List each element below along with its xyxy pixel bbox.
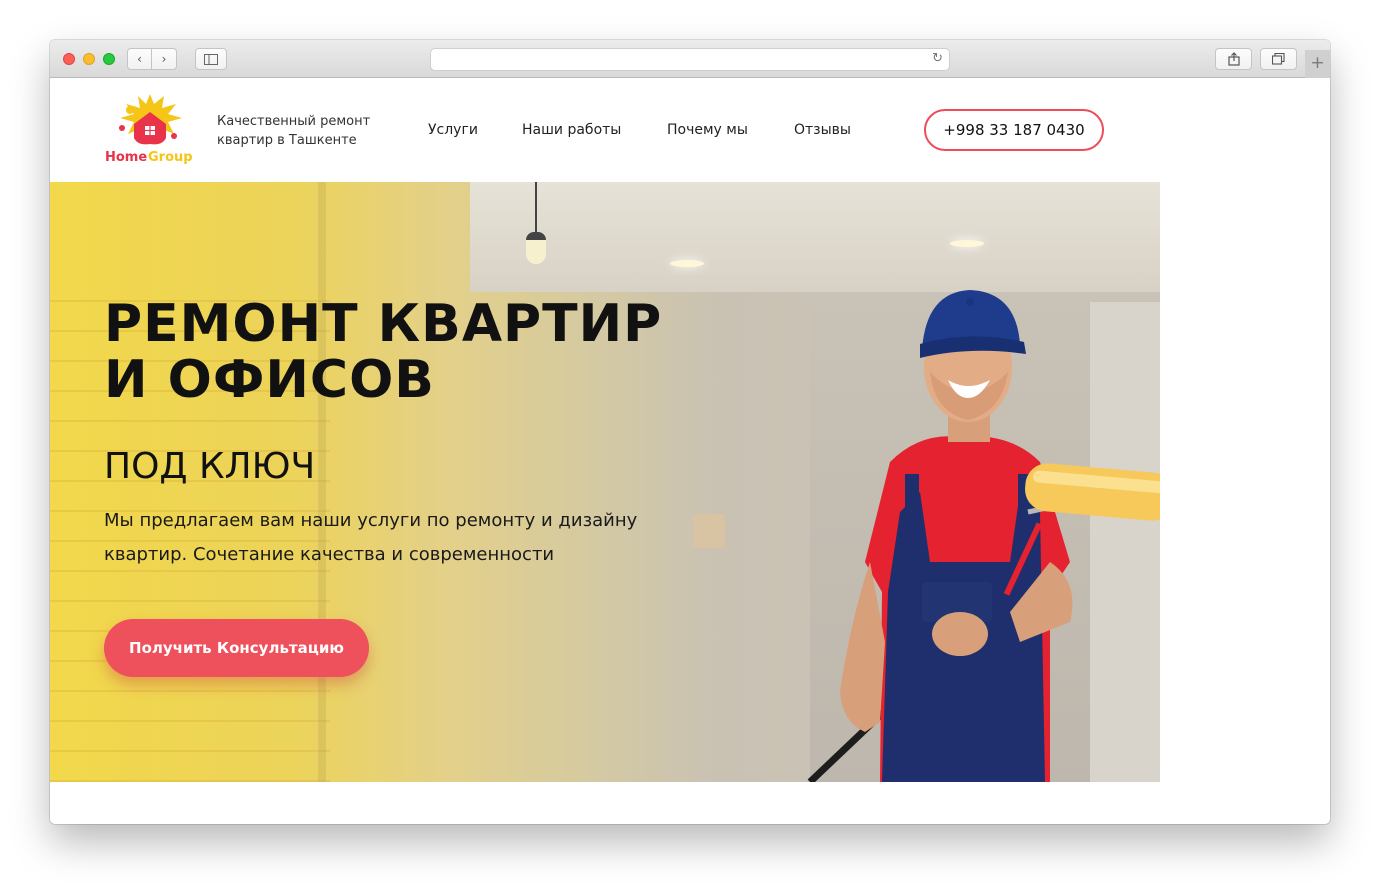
- nav-link-why-us[interactable]: Почему мы: [667, 122, 748, 138]
- site-tagline: Качественный ремонт квартир в Ташкенте: [217, 114, 371, 148]
- reload-icon[interactable]: ↻: [932, 51, 943, 66]
- hero-title: РЕМОНТ КВАРТИР И ОФИСОВ: [104, 296, 724, 408]
- logo-text-group: Group: [148, 150, 193, 165]
- address-bar[interactable]: ↻: [430, 48, 950, 71]
- worker-illustration: [807, 290, 1160, 782]
- sidebar-icon: [204, 54, 218, 65]
- hero-description: Мы предлагаем вам наши услуги по ремонту…: [104, 510, 638, 565]
- browser-toolbar: ‹ › ↻ +: [50, 40, 1330, 78]
- hero-title-line-1: РЕМОНТ КВАРТИР: [104, 294, 663, 354]
- share-icon: [1227, 52, 1240, 66]
- forward-button[interactable]: ›: [152, 48, 177, 70]
- nav-link-works[interactable]: Наши работы: [522, 122, 621, 138]
- close-window-button[interactable]: [63, 53, 75, 65]
- get-consultation-button[interactable]: Получить Консультацию: [104, 619, 369, 677]
- nav-link-services[interactable]: Услуги: [428, 122, 478, 138]
- tabs-icon: [1271, 52, 1285, 65]
- wall-sconce: [693, 514, 725, 548]
- light-bulb-icon: [526, 232, 546, 264]
- zoom-window-button[interactable]: [103, 53, 115, 65]
- sidebar-toggle-button[interactable]: [195, 48, 227, 70]
- hero-wall-corner: [318, 182, 326, 782]
- ceiling-light: [670, 260, 704, 267]
- phone-button[interactable]: +998 33 187 0430: [924, 109, 1104, 151]
- new-tab-button[interactable]: +: [1305, 50, 1330, 78]
- share-button[interactable]: [1215, 48, 1252, 70]
- ceiling-light: [950, 240, 984, 247]
- hero-section: РЕМОНТ КВАРТИР И ОФИСОВ ПОД КЛЮЧ Мы пред…: [50, 182, 1160, 782]
- hero-subtitle: ПОД КЛЮЧ: [104, 446, 316, 487]
- hero-title-line-2: И ОФИСОВ: [104, 350, 435, 410]
- hanging-lamp-cord: [535, 182, 537, 234]
- tab-overview-button[interactable]: [1260, 48, 1297, 70]
- minimize-window-button[interactable]: [83, 53, 95, 65]
- logo-text-home: Home: [105, 150, 147, 165]
- nav-link-reviews[interactable]: Отзывы: [794, 122, 851, 138]
- browser-window: ‹ › ↻ + Home Group Качественный ремонт к…: [50, 40, 1330, 824]
- back-button[interactable]: ‹: [127, 48, 152, 70]
- site-logo[interactable]: Home Group: [104, 90, 196, 168]
